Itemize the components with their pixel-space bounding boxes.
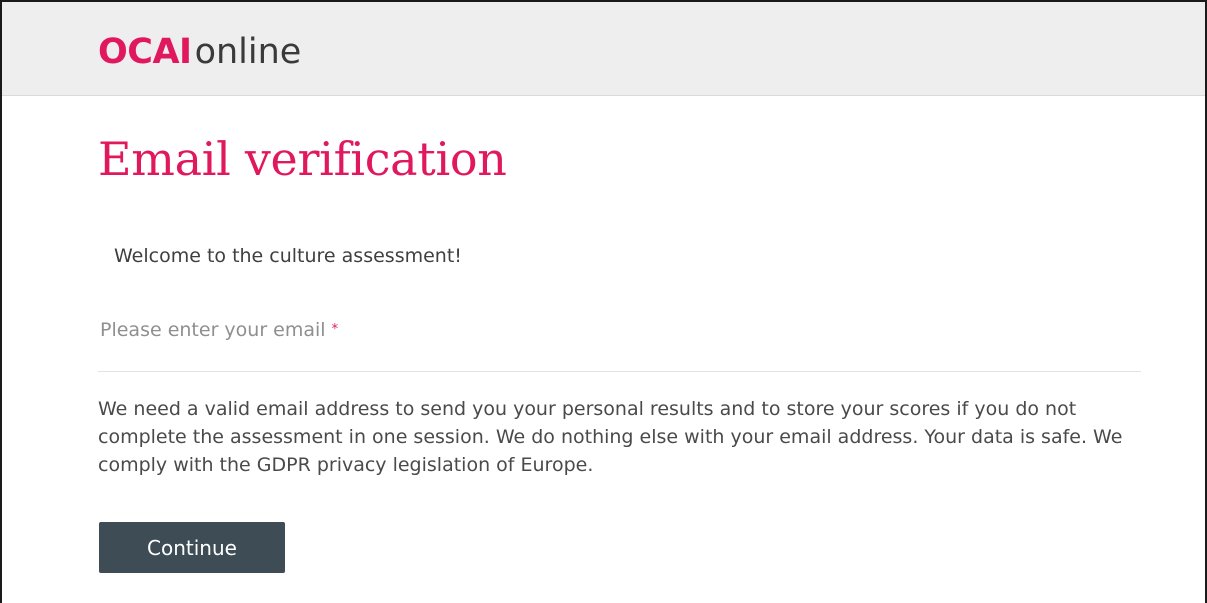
page-frame: OCAI online Email verification Welcome t… bbox=[0, 0, 1207, 603]
email-field: Please enter your email * bbox=[98, 312, 1141, 372]
logo-light-text: online bbox=[194, 32, 302, 72]
welcome-message: Welcome to the culture assessment! bbox=[114, 245, 462, 267]
page-title: Email verification bbox=[98, 132, 507, 186]
site-header: OCAI online bbox=[2, 2, 1205, 96]
email-input[interactable] bbox=[98, 312, 1141, 371]
privacy-info-text: We need a valid email address to send yo… bbox=[98, 398, 1123, 476]
ocai-online-logo[interactable]: OCAI online bbox=[98, 32, 301, 72]
continue-button[interactable]: Continue bbox=[99, 522, 285, 573]
logo-bold-text: OCAI bbox=[98, 32, 192, 72]
